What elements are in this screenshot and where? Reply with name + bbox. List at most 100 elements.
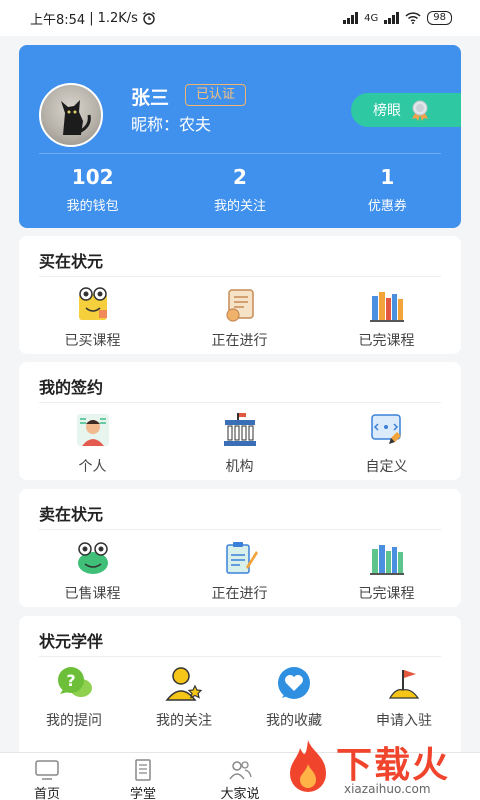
menu-label: 已完课程: [358, 586, 415, 602]
section-divider: [39, 276, 441, 277]
menu-label: 已买课程: [64, 333, 121, 349]
rank-label: 榜眼: [373, 103, 401, 119]
menu-label: 已完课程: [358, 333, 415, 349]
stat-following[interactable]: 2 我的关注: [166, 163, 313, 214]
section-divider: [39, 402, 441, 403]
scroll-icon: [225, 289, 254, 322]
watermark: 下载火 xiazaihuo.com: [280, 736, 480, 800]
section-title: 我的签约: [39, 378, 104, 397]
menu-my-follows[interactable]: 我的关注: [129, 664, 239, 730]
section-divider: [39, 656, 441, 657]
nav-label: 首页: [33, 787, 60, 800]
rank-button[interactable]: 榜眼: [351, 93, 461, 127]
menu-in-progress[interactable]: 正在进行: [166, 284, 313, 350]
status-left: 上午8:54 | 1.2K/s: [30, 9, 156, 28]
menu-my-favorites[interactable]: 我的收藏: [239, 664, 349, 730]
alarm-icon: [143, 11, 155, 25]
wifi-icon: [405, 12, 421, 24]
section-title: 买在状元: [39, 252, 104, 271]
nickname-label: 昵称：: [131, 115, 180, 134]
stat-coupons[interactable]: 1 优惠券: [314, 163, 461, 214]
menu-label: 已售课程: [64, 586, 121, 602]
avatar[interactable]: [39, 83, 103, 147]
menu-sell-in-progress[interactable]: 正在进行: [166, 537, 313, 603]
nav-label: 学堂: [129, 787, 156, 800]
menu-label: 正在进行: [211, 333, 268, 349]
person-icon: [76, 414, 109, 446]
books-icon: [369, 292, 404, 322]
flag-icon: [388, 670, 420, 699]
cat-avatar-icon: [61, 100, 91, 135]
stat-label: 我的钱包: [66, 199, 119, 214]
contract-grid: 个人 机构 自定义: [19, 410, 461, 476]
buy-grid: 已买课程 正在进行 已完课程: [19, 284, 461, 350]
menu-label: 我的收藏: [266, 713, 322, 729]
status-separator: |: [89, 10, 94, 26]
nickname-row: 昵称：农夫: [131, 111, 211, 135]
menu-bought-courses[interactable]: 已买课程: [19, 284, 166, 350]
menu-sold-courses[interactable]: 已售课程: [19, 537, 166, 603]
nav-community[interactable]: 大家说: [210, 759, 270, 800]
flame-logo-icon: [290, 740, 326, 792]
card-divider: [39, 153, 441, 154]
user-star-icon: [165, 667, 203, 701]
profile-card: 张三 已认证 昵称：农夫 榜眼 102 我的钱包 2 我的关注 1 优惠券: [19, 45, 461, 228]
menu-sell-finished[interactable]: 已完课程: [313, 537, 460, 603]
document-icon: [135, 759, 151, 781]
nav-home[interactable]: 首页: [17, 759, 77, 800]
menu-custom[interactable]: 自定义: [313, 410, 460, 476]
section-divider: [39, 529, 441, 530]
institution-icon: [223, 413, 256, 446]
question-bubble-icon: ?: [58, 667, 92, 697]
nav-school[interactable]: 学堂: [113, 759, 173, 800]
stat-value: 102: [71, 165, 114, 189]
watermark-url: xiazaihuo.com: [344, 782, 431, 796]
menu-personal[interactable]: 个人: [19, 410, 166, 476]
menu-finished-courses[interactable]: 已完课程: [313, 284, 460, 350]
books-green-icon: [369, 545, 404, 575]
partner-grid: ? 我的提问 我的关注 我的收藏 申请入驻: [19, 664, 461, 730]
signal-icon: [343, 12, 359, 24]
menu-label: 正在进行: [211, 586, 268, 602]
signal-2-icon: [384, 12, 400, 24]
nickname-value: 农夫: [179, 115, 212, 134]
section-contract: 我的签约 个人 机构 自定义: [19, 362, 461, 480]
menu-my-questions[interactable]: ? 我的提问: [19, 664, 129, 730]
custom-icon: [370, 414, 401, 444]
menu-label: 机构: [225, 459, 254, 475]
stat-value: 1: [380, 165, 395, 189]
menu-label: 申请入驻: [376, 713, 432, 729]
section-buy: 买在状元 已买课程 正在进行 已完课程: [19, 236, 461, 354]
frog-icon: [77, 542, 108, 574]
stat-wallet[interactable]: 102 我的钱包: [19, 163, 166, 214]
menu-label: 我的提问: [46, 713, 102, 729]
medal-icon: [412, 100, 428, 121]
verified-badge: 已认证: [185, 84, 247, 106]
heart-bubble-icon: [278, 667, 310, 699]
status-right: 4G 98: [343, 11, 452, 25]
stats-row: 102 我的钱包 2 我的关注 1 优惠券: [19, 163, 461, 214]
section-title: 状元学伴: [39, 632, 104, 651]
network-type: 4G: [364, 12, 379, 24]
people-icon: [229, 761, 252, 780]
stat-label: 我的关注: [213, 199, 266, 214]
status-bar: 上午8:54 | 1.2K/s 4G 98: [0, 0, 480, 36]
menu-apply-settle[interactable]: 申请入驻: [349, 664, 459, 730]
watermark-text: 下载火: [336, 745, 451, 786]
section-title: 卖在状元: [39, 505, 104, 524]
battery-indicator: 98: [427, 11, 452, 25]
menu-label: 自定义: [365, 459, 408, 475]
menu-institution[interactable]: 机构: [166, 410, 313, 476]
menu-label: 个人: [78, 459, 107, 475]
tv-icon: [35, 760, 59, 780]
clipboard-pencil-icon: [225, 542, 258, 574]
sell-grid: 已售课程 正在进行 已完课程: [19, 537, 461, 603]
menu-label: 我的关注: [156, 713, 212, 729]
frog-book-icon: [78, 287, 107, 320]
nav-label: 大家说: [220, 787, 260, 800]
svg-text:?: ?: [66, 671, 75, 690]
stat-label: 优惠券: [367, 199, 407, 214]
section-sell: 卖在状元 已售课程 正在进行 已完课程: [19, 489, 461, 607]
status-time: 上午8:54: [30, 12, 86, 28]
user-name: 张三: [131, 87, 170, 109]
